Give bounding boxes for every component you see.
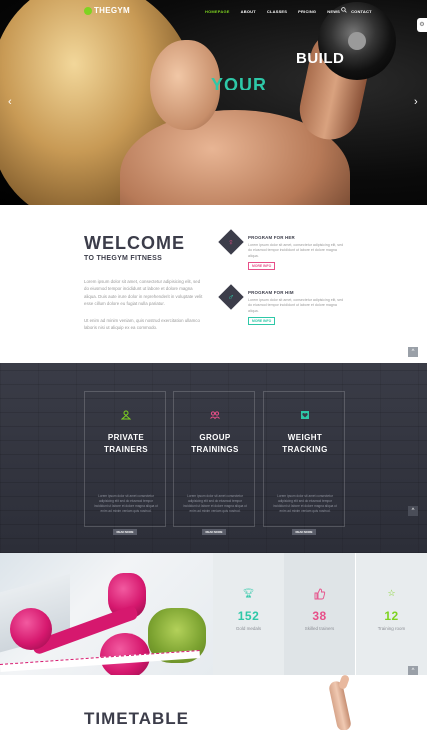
program-title: PROGRAM FOR HIM [248, 290, 294, 295]
service-read-more-button[interactable]: READ MORE [202, 529, 226, 535]
slider-next-icon[interactable]: › [414, 96, 418, 108]
slider-prev-icon[interactable]: ‹ [8, 96, 12, 108]
stat-label: Gold medals [235, 626, 262, 631]
nav-link-homepage[interactable]: HOMEPAGE [205, 9, 230, 14]
male-icon: ♂ [227, 292, 235, 302]
heart-icon [301, 411, 309, 419]
thumbs-up-icon [314, 588, 326, 600]
nav-link-about[interactable]: ABOUT [241, 9, 256, 14]
service-card-private-trainers: PRIVATE TRAINERS Lorem ipsum dolor sit a… [84, 391, 167, 535]
service-text: Lorem ipsum dolor sit amet consectetur a… [183, 494, 247, 513]
program-text: Lorem ipsum dolor sit amet, consectetur … [248, 243, 344, 258]
program-text: Lorem ipsum dolor sit amet, consectetur … [248, 298, 344, 313]
nav-link-news[interactable]: NEWS [327, 9, 340, 14]
scroll-top-button[interactable]: ^ [408, 347, 418, 357]
welcome-subtitle: TO THEGYM FITNESS [84, 255, 163, 262]
trophy-icon: 🏆︎ [242, 588, 255, 598]
stat-number: 38 [312, 609, 327, 623]
hero-image-face [150, 40, 220, 130]
service-title-line-2: TRACKING [282, 445, 328, 454]
search-icon[interactable] [341, 7, 347, 13]
program-title: PROGRAM FOR HER [248, 235, 295, 240]
dumbbells-photo [0, 553, 213, 675]
female-icon-badge: ♀ [218, 229, 244, 255]
logo-icon [84, 6, 92, 15]
service-card-weight-tracking: WEIGHT TRACKING Lorem ipsum dolor sit am… [263, 391, 346, 535]
photo-dumbbell-left [10, 608, 52, 650]
stats-section: 🏆︎ 152 Gold medals 38 Skilled trainers ☆… [0, 553, 427, 676]
service-title: GROUP TRAININGS [174, 432, 256, 456]
service-text: Lorem ipsum dolor sit amet consectetur a… [273, 494, 337, 513]
stat-gold-medals: 🏆︎ 152 Gold medals [213, 553, 284, 675]
service-title: WEIGHT TRACKING [264, 432, 346, 456]
male-icon-badge: ♂ [218, 284, 244, 310]
nav-link-classes[interactable]: CLASSES [267, 9, 287, 14]
nav-link-pricing[interactable]: PRICING [298, 9, 316, 14]
main-nav: THEGYM HOMEPAGE ABOUT CLASSES PRICING NE… [0, 0, 427, 24]
service-title: PRIVATE TRAINERS [85, 432, 167, 456]
stat-number: 12 [384, 609, 399, 623]
side-panel-toggle[interactable]: ⚙ [417, 18, 427, 32]
hero-headline-build: BUILD [296, 50, 345, 67]
welcome-title: WELCOME [84, 233, 185, 253]
service-read-more-button[interactable]: READ MORE [292, 529, 316, 535]
welcome-paragraph-1: Lorem ipsum dolor sit amet, consectetur … [84, 279, 203, 307]
hero-slider: THEGYM HOMEPAGE ABOUT CLASSES PRICING NE… [0, 0, 427, 205]
service-title-line-2: TRAINERS [103, 445, 149, 454]
timetable-section: TIMETABLE [0, 674, 427, 730]
welcome-paragraph-2: Ut enim ad minim veniam, quis nostrud ex… [84, 318, 200, 331]
female-icon: ♀ [227, 237, 235, 247]
service-read-more-button[interactable]: READ MORE [113, 529, 137, 535]
program-him-more-button[interactable]: MORE INFO [248, 317, 276, 325]
stat-label: Training room [377, 626, 406, 631]
scroll-top-button[interactable]: ^ [408, 506, 418, 516]
stat-label: Skilled trainers [304, 626, 335, 631]
hero-headline-your: YOUR [211, 75, 268, 90]
stat-number: 152 [237, 609, 260, 623]
service-card-group-trainings: GROUP TRAININGS Lorem ipsum dolor sit am… [173, 391, 256, 535]
service-title-line-2: TRAININGS [191, 445, 239, 454]
service-text: Lorem ipsum dolor sit amet consectetur a… [94, 494, 158, 513]
stat-skilled-trainers: 38 Skilled trainers [284, 553, 355, 675]
service-title-line-1: GROUP [199, 433, 231, 442]
logo-text: THEGYM [94, 6, 131, 15]
site-logo[interactable]: THEGYM [84, 6, 130, 15]
stat-training-room: ☆ 12 Training room [356, 553, 427, 675]
timetable-title: TIMETABLE [84, 709, 190, 728]
nav-link-contact[interactable]: CONTACT [351, 9, 372, 14]
welcome-section: WELCOME TO THEGYM FITNESS Lorem ipsum do… [0, 205, 427, 363]
trainer-icon [121, 410, 131, 420]
service-title-line-1: PRIVATE [107, 433, 145, 442]
timetable-image-hand [337, 674, 351, 690]
service-title-line-1: WEIGHT [287, 433, 323, 442]
program-her-more-button[interactable]: MORE INFO [248, 262, 276, 270]
services-section: PRIVATE TRAINERS Lorem ipsum dolor sit a… [0, 363, 427, 553]
star-icon: ☆ [387, 588, 396, 598]
group-icon [210, 411, 220, 420]
